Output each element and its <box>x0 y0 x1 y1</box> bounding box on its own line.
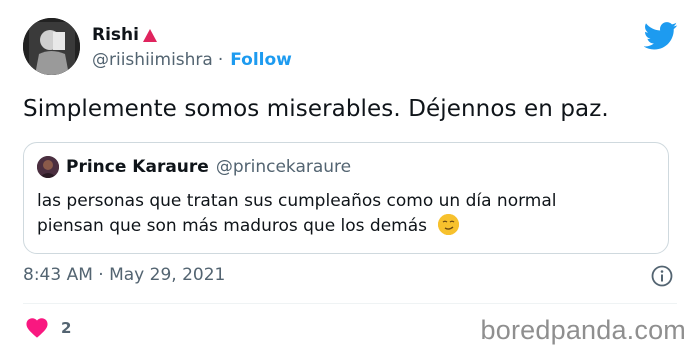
quoted-avatar <box>37 156 59 178</box>
info-icon[interactable] <box>651 265 673 287</box>
quoted-line-2: piensan que son más maduros que los demá… <box>37 216 428 236</box>
quoted-tweet[interactable]: Prince Karaure @princekaraure las person… <box>23 142 669 254</box>
tweet-text: Simplemente somos miserables. Déjennos e… <box>23 96 609 122</box>
follow-button[interactable]: Follow <box>230 50 292 70</box>
separator: · <box>217 50 224 70</box>
author-name[interactable]: Rishi <box>92 25 157 45</box>
quoted-tweet-text: las personas que tratan sus cumpleaños c… <box>37 189 556 239</box>
quoted-author-handle: @princekaraure <box>215 157 352 177</box>
divider <box>23 303 677 304</box>
author-name-text[interactable]: Rishi <box>92 25 139 45</box>
author-handle-row: @riishiimishra · Follow <box>92 50 292 70</box>
author-handle[interactable]: @riishiimishra <box>92 50 213 70</box>
quoted-tweet-header: Prince Karaure @princekaraure <box>37 156 351 178</box>
quoted-line-2-wrap: piensan que son más maduros que los demá… <box>37 214 556 239</box>
quoted-author-name: Prince Karaure <box>66 157 209 177</box>
smirk-emoji-icon <box>438 214 460 235</box>
twitter-bird-icon[interactable] <box>644 22 678 50</box>
watermark: boredpanda.com <box>480 315 686 345</box>
like-count: 2 <box>61 319 72 337</box>
heart-icon[interactable] <box>26 318 48 338</box>
timestamp[interactable]: 8:43 AM · May 29, 2021 <box>23 265 225 285</box>
warning-triangle-icon <box>142 28 157 42</box>
quoted-line-1: las personas que tratan sus cumpleaños c… <box>37 191 557 211</box>
avatar[interactable] <box>23 18 80 75</box>
like-action[interactable]: 2 <box>26 318 71 338</box>
